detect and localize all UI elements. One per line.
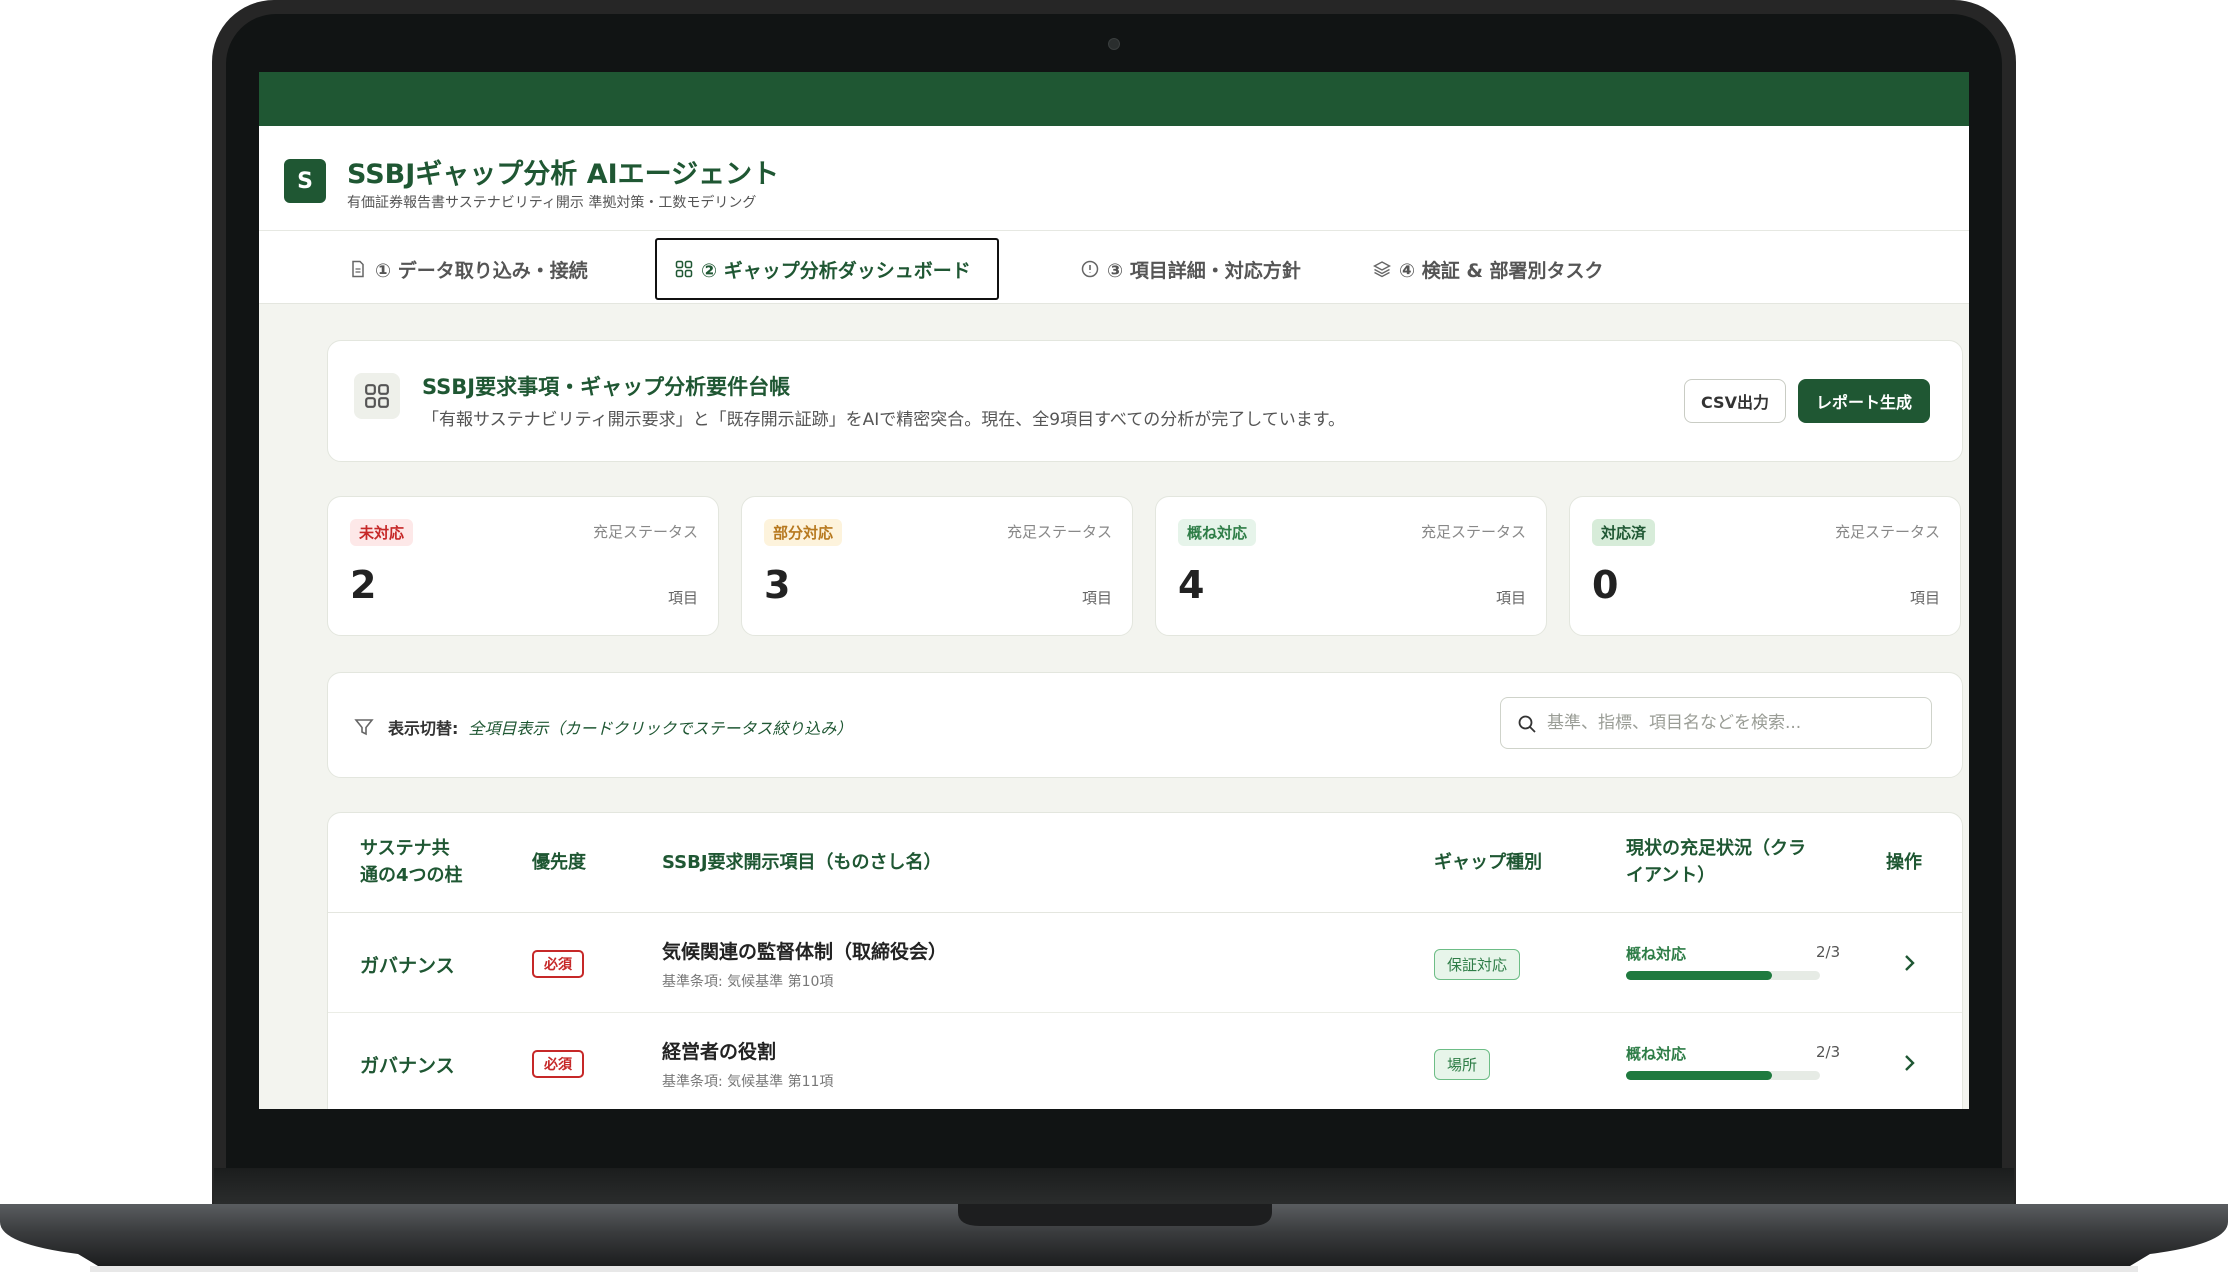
status-label: 概ね対応 bbox=[1626, 1045, 1687, 1063]
grid-icon bbox=[675, 260, 693, 278]
status-count: 2/3 bbox=[1816, 943, 1841, 961]
ledger-description: 「有報サステナビリティ開示要求」と「既存開示証跡」をAIで精密突合。現在、全9項… bbox=[422, 410, 1346, 430]
info-icon bbox=[1081, 260, 1099, 278]
tab-item-detail[interactable]: ③ 項目詳細・対応方針 bbox=[1063, 238, 1319, 300]
ledger-header-card: SSBJ要求事項・ギャップ分析要件台帳 「有報サステナビリティ開示要求」と「既存… bbox=[327, 340, 1963, 462]
tab-label: ④ 検証 & 部署別タスク bbox=[1399, 259, 1604, 282]
tab-bar: ① データ取り込み・接続 ② ギャップ分析ダッシュボード ③ 項目詳細・対応方針… bbox=[259, 230, 1969, 304]
stat-card-mostly[interactable]: 概ね対応 充足ステータス 4 項目 bbox=[1155, 496, 1547, 636]
app-subtitle: 有価証券報告書サステナビリティ開示 準拠対策・工数モデリング bbox=[347, 195, 757, 211]
layers-icon bbox=[1373, 261, 1391, 278]
search-input[interactable] bbox=[1547, 708, 1917, 738]
top-bar bbox=[259, 72, 1969, 126]
pillar-cell: ガバナンス bbox=[360, 955, 455, 977]
item-name: 経営者の役割 bbox=[662, 1041, 777, 1063]
item-name: 気候関連の監督体制（取締役会） bbox=[662, 941, 948, 963]
column-header-item: SSBJ要求開示項目（ものさし名） bbox=[662, 852, 942, 873]
tab-verification-tasks[interactable]: ④ 検証 & 部署別タスク bbox=[1355, 238, 1622, 300]
priority-badge: 必須 bbox=[532, 1050, 584, 1078]
generate-report-button[interactable]: レポート生成 bbox=[1798, 379, 1931, 423]
filter-value: 全項目表示（カードクリックでステータス絞り込み） bbox=[468, 719, 853, 738]
ledger-title: SSBJ要求事項・ギャップ分析要件台帳 bbox=[422, 375, 791, 399]
stat-label: 充足ステータス bbox=[1420, 523, 1526, 541]
tab-label: ① データ取り込み・接続 bbox=[375, 259, 588, 282]
camera-icon bbox=[1108, 38, 1120, 50]
tab-gap-dashboard[interactable]: ② ギャップ分析ダッシュボード bbox=[655, 238, 999, 300]
status-label: 概ね対応 bbox=[1626, 945, 1687, 963]
column-header-status: 現状の充足状況（クラ イアント） bbox=[1626, 838, 1806, 886]
app-header: S SSBJギャップ分析 AIエージェント 有価証券報告書サステナビリティ開示 … bbox=[259, 126, 1969, 304]
tab-label: ③ 項目詳細・対応方針 bbox=[1107, 259, 1301, 282]
grid-icon bbox=[354, 373, 400, 419]
progress-bar bbox=[1626, 971, 1820, 980]
stat-unit: 項目 bbox=[1081, 589, 1112, 607]
table-row[interactable]: ガバナンス 必須 気候関連の監督体制（取締役会） 基準条項: 気候基準 第10項… bbox=[328, 913, 1962, 1013]
progress-fill bbox=[1626, 971, 1772, 980]
status-badge: 対応済 bbox=[1592, 519, 1656, 546]
document-icon bbox=[352, 260, 364, 278]
search-icon bbox=[1518, 715, 1536, 733]
stat-unit: 項目 bbox=[1495, 589, 1526, 607]
screen: S SSBJギャップ分析 AIエージェント 有価証券報告書サステナビリティ開示 … bbox=[259, 72, 1969, 1109]
app-title: SSBJギャップ分析 AIエージェント bbox=[347, 159, 780, 190]
status-badge: 概ね対応 bbox=[1178, 519, 1257, 546]
item-reference: 基準条項: 気候基準 第10項 bbox=[662, 974, 834, 990]
stat-value: 3 bbox=[764, 563, 791, 607]
stat-card-completed[interactable]: 対応済 充足ステータス 0 項目 bbox=[1569, 496, 1961, 636]
gap-type-badge: 場所 bbox=[1434, 1049, 1491, 1080]
tab-data-import[interactable]: ① データ取り込み・接続 bbox=[331, 238, 606, 300]
stat-card-unaddressed[interactable]: 未対応 充足ステータス 2 項目 bbox=[327, 496, 719, 636]
app-logo: S bbox=[284, 159, 326, 203]
stat-value: 4 bbox=[1178, 563, 1205, 607]
progress-fill bbox=[1626, 1071, 1772, 1080]
gap-table: サステナ共 通の4つの柱 優先度 SSBJ要求開示項目（ものさし名） ギャップ種… bbox=[327, 812, 1963, 1109]
status-badge: 未対応 bbox=[350, 519, 414, 546]
filter-status: 表示切替: 全項目表示（カードクリックでステータス絞り込み） bbox=[388, 715, 852, 739]
tab-label: ② ギャップ分析ダッシュボード bbox=[701, 259, 971, 282]
column-header-actions: 操作 bbox=[1886, 852, 1922, 873]
pillar-cell: ガバナンス bbox=[360, 1055, 455, 1077]
chevron-right-icon[interactable] bbox=[1898, 951, 1920, 975]
gap-type-badge: 保証対応 bbox=[1434, 949, 1521, 980]
filter-icon bbox=[354, 719, 374, 736]
chevron-right-icon[interactable] bbox=[1898, 1051, 1920, 1075]
stat-label: 充足ステータス bbox=[592, 523, 698, 541]
status-badge: 部分対応 bbox=[764, 519, 843, 546]
table-row[interactable]: ガバナンス 必須 経営者の役割 基準条項: 気候基準 第11項 場所 概ね対応 … bbox=[328, 1013, 1962, 1109]
laptop-base bbox=[0, 1204, 2228, 1272]
stat-card-partial[interactable]: 部分対応 充足ステータス 3 項目 bbox=[741, 496, 1133, 636]
filter-label: 表示切替: bbox=[388, 719, 459, 738]
csv-export-button[interactable]: CSV出力 bbox=[1684, 379, 1786, 423]
progress-bar bbox=[1626, 1071, 1820, 1080]
priority-badge: 必須 bbox=[532, 950, 584, 978]
stat-value: 0 bbox=[1592, 563, 1619, 607]
item-reference: 基準条項: 気候基準 第11項 bbox=[662, 1074, 834, 1090]
stat-label: 充足ステータス bbox=[1834, 523, 1940, 541]
stat-unit: 項目 bbox=[1909, 589, 1940, 607]
column-header-priority: 優先度 bbox=[532, 852, 586, 873]
laptop-hinge bbox=[214, 1168, 2014, 1208]
stat-value: 2 bbox=[350, 563, 377, 607]
filter-bar: 表示切替: 全項目表示（カードクリックでステータス絞り込み） bbox=[327, 672, 1963, 778]
stat-unit: 項目 bbox=[667, 589, 698, 607]
column-header-pillar: サステナ共 通の4つの柱 bbox=[360, 838, 463, 886]
stat-label: 充足ステータス bbox=[1006, 523, 1112, 541]
column-header-gap-type: ギャップ種別 bbox=[1434, 852, 1542, 873]
search-field[interactable] bbox=[1500, 697, 1932, 749]
status-count: 2/3 bbox=[1816, 1043, 1841, 1061]
